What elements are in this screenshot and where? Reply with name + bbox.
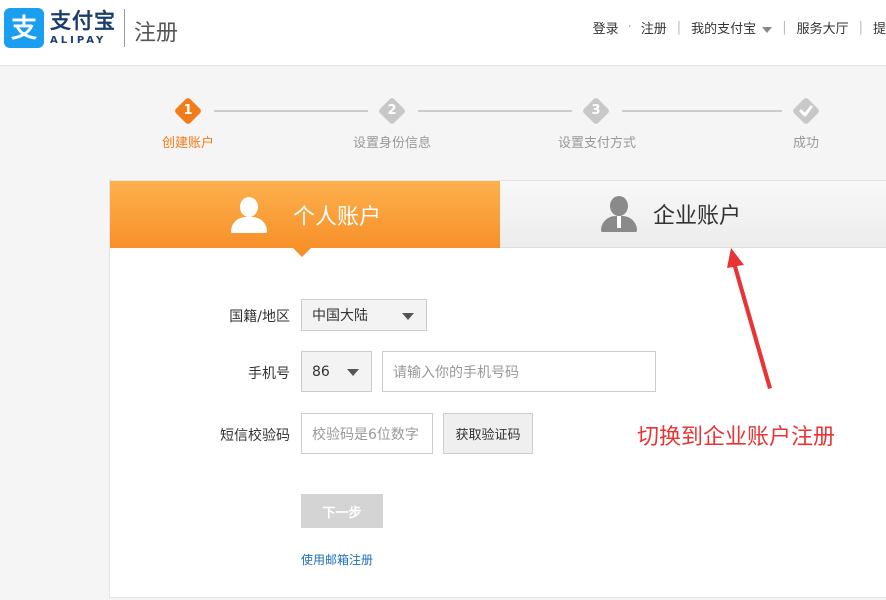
- step-4-check-icon: [791, 96, 821, 126]
- dropdown-arrow-icon: [347, 369, 359, 376]
- service-hall-link[interactable]: 服务大厅: [797, 18, 849, 37]
- alipay-logo[interactable]: 支 支付宝 ALIPAY 注册: [4, 8, 178, 48]
- login-link[interactable]: 登录: [593, 18, 619, 37]
- nav-dot: ·: [627, 20, 632, 35]
- tab-company-account[interactable]: 企业账户: [500, 181, 886, 248]
- next-step-button[interactable]: 下一步: [301, 494, 383, 528]
- region-label: 国籍/地区: [229, 309, 290, 325]
- phone-country-code-select[interactable]: 86: [301, 351, 372, 392]
- phone-input[interactable]: 请输入你的手机号码: [382, 351, 656, 392]
- phone-code-value: 86: [312, 363, 330, 380]
- step-3-icon: 3: [581, 96, 611, 126]
- region-value: 中国大陆: [312, 308, 368, 324]
- register-link[interactable]: 注册: [641, 18, 667, 37]
- step-4-label: 成功: [792, 136, 819, 151]
- step-connector: [214, 110, 368, 112]
- step-1-icon: 1: [173, 96, 203, 126]
- my-alipay-label: 我的支付宝: [691, 22, 757, 37]
- step-connector: [418, 110, 572, 112]
- region-select[interactable]: 中国大陆: [301, 299, 427, 331]
- logo-divider: [124, 9, 125, 47]
- chevron-down-icon: [762, 26, 773, 33]
- sms-code-placeholder: 校验码是6位数字: [312, 426, 419, 443]
- site-header: 支 支付宝 ALIPAY 注册 登录 · 注册 | 我的支付宝 | 服务大厅 |…: [0, 0, 886, 66]
- business-person-icon: [599, 196, 639, 232]
- step-connector: [622, 110, 782, 112]
- my-alipay-menu[interactable]: 我的支付宝: [691, 18, 773, 37]
- email-register-link[interactable]: 使用邮箱注册: [301, 551, 373, 568]
- person-icon: [229, 196, 269, 233]
- tab-personal-account[interactable]: 个人账户: [110, 181, 500, 257]
- tab-pointer: [292, 247, 312, 257]
- top-nav: 登录 · 注册 | 我的支付宝 | 服务大厅 | 提: [593, 18, 886, 37]
- logo-en-text: ALIPAY: [50, 34, 107, 46]
- tab-company-label: 企业账户: [652, 204, 741, 229]
- alipay-logo-icon: 支: [4, 8, 44, 48]
- get-code-button[interactable]: 获取验证码: [443, 413, 533, 454]
- svg-text:支: 支: [11, 14, 37, 44]
- logo-cn-text: 支付宝: [50, 8, 116, 33]
- step-1-label: 创建账户: [161, 136, 214, 151]
- nav-divider: |: [858, 20, 863, 35]
- step-2-label: 设置身份信息: [352, 136, 431, 151]
- registration-steps: 1 创建账户 2 设置身份信息 3 设置支付方式 成功: [0, 94, 886, 154]
- sms-code-label: 短信校验码: [220, 428, 290, 444]
- nav-item-cutoff[interactable]: 提: [873, 18, 886, 37]
- sms-code-input[interactable]: 校验码是6位数字: [301, 413, 433, 454]
- step-2-icon: 2: [377, 96, 407, 126]
- tab-personal-label: 个人账户: [292, 204, 381, 230]
- step-3-label: 设置支付方式: [557, 136, 636, 151]
- annotation-text: 切换到企业账户注册: [637, 425, 836, 450]
- nav-divider: |: [676, 20, 682, 35]
- phone-placeholder: 请输入你的手机号码: [393, 364, 519, 381]
- phone-label: 手机号: [248, 366, 290, 382]
- registration-card: 个人账户 企业账户 国籍/地区 中国大陆 手机号 86 请输入你的手机号码 短信…: [109, 180, 886, 598]
- page-title: 注册: [134, 21, 179, 46]
- dropdown-arrow-icon: [402, 313, 414, 320]
- nav-divider: |: [782, 20, 787, 35]
